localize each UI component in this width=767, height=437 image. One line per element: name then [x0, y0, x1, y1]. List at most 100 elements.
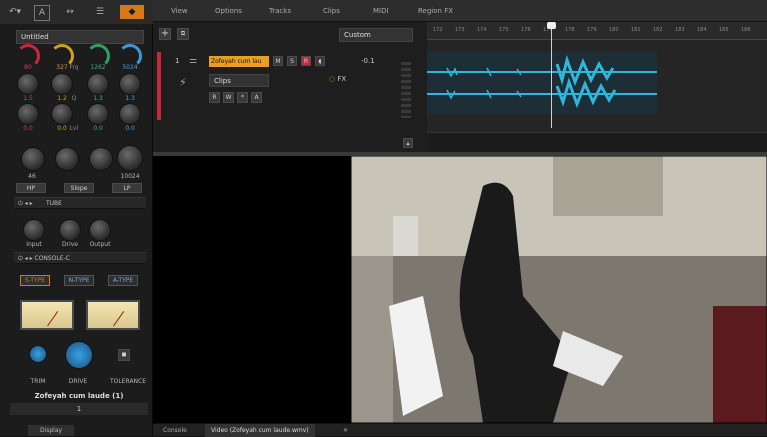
- ruler-186: 186: [741, 27, 751, 33]
- record-button[interactable]: R: [301, 56, 311, 66]
- gain-knob-3[interactable]: [88, 104, 108, 124]
- arrange-view[interactable]: 172 173 174 175 176 177 178 179 180 181 …: [427, 22, 767, 152]
- tube-module-name: TUBE: [45, 200, 62, 207]
- ruler-172: 172: [433, 27, 443, 33]
- duplicate-icon[interactable]: ⧉: [177, 28, 189, 40]
- q-knob-2[interactable]: [52, 74, 72, 94]
- clips-dropdown[interactable]: Clips: [209, 74, 269, 87]
- eq-freq-3: 1262: [90, 64, 106, 71]
- console-drive-knob[interactable]: [66, 342, 92, 368]
- q-knob-1[interactable]: [18, 74, 38, 94]
- slope-knob[interactable]: [56, 148, 78, 170]
- menu-midi[interactable]: MIDI: [373, 4, 389, 18]
- eq-lvl-1: 0.0: [23, 125, 33, 132]
- ruler-174: 174: [477, 27, 487, 33]
- drive-knob[interactable]: [60, 220, 80, 240]
- output-label: Output: [89, 241, 111, 248]
- tolerance-label: TOLERANCE: [110, 378, 147, 385]
- arrange-footer: [427, 132, 767, 152]
- eq-lvl-3: 0.0: [93, 125, 103, 132]
- freeze-button[interactable]: *: [237, 92, 248, 103]
- drive-label: Drive: [62, 241, 78, 248]
- menu-tracks[interactable]: Tracks: [269, 4, 291, 18]
- ruler-184: 184: [697, 27, 707, 33]
- track-name-field[interactable]: Zofeyah cum lau: [209, 56, 269, 67]
- a-type-button[interactable]: A-TYPE: [108, 275, 138, 286]
- host-icon[interactable]: ◆: [120, 5, 144, 19]
- write-automation-button[interactable]: W: [223, 92, 234, 103]
- track-volume[interactable]: -0.1: [361, 57, 375, 65]
- add-track-icon[interactable]: +: [159, 28, 171, 40]
- video-tab[interactable]: Video (Zofeyah cum laude.wmv): [205, 424, 315, 437]
- lp-knob[interactable]: [118, 146, 142, 170]
- waveform: [427, 54, 657, 109]
- menu-bar: View Options Tracks Clips MIDI Region FX: [153, 0, 767, 22]
- ruler-185: 185: [719, 27, 729, 33]
- console-module-header[interactable]: ⏻ ◂ ▸ CONSOLE-C: [14, 252, 146, 264]
- track-view-preset[interactable]: Custom: [339, 28, 413, 42]
- archive-button[interactable]: A: [251, 92, 262, 103]
- menu-view[interactable]: View: [171, 4, 188, 18]
- track-eq-icon[interactable]: ⚌: [189, 56, 197, 66]
- console-drive-label: DRIVE: [68, 378, 88, 385]
- input-knob[interactable]: [24, 220, 44, 240]
- menu-options[interactable]: Options: [215, 4, 242, 18]
- a-icon[interactable]: A: [34, 5, 50, 21]
- eq-freq-1: 80: [24, 64, 32, 71]
- eq-q-label: Q: [71, 95, 77, 102]
- ruler-181: 181: [631, 27, 641, 33]
- hp-knob[interactable]: [22, 148, 44, 170]
- hp-value: 46: [28, 173, 36, 180]
- input-echo-icon[interactable]: ◖: [315, 56, 325, 66]
- close-tab-icon[interactable]: ✕: [337, 424, 354, 437]
- vu-meter-right: [86, 300, 140, 330]
- fx-bin[interactable]: ○ FX: [329, 72, 393, 86]
- q-knob-4[interactable]: [120, 74, 140, 94]
- ruler-183: 183: [675, 27, 685, 33]
- output-knob[interactable]: [90, 220, 110, 240]
- menu-icon[interactable]: ☰: [92, 5, 108, 19]
- midi-icon[interactable]: ↔: [62, 5, 78, 19]
- hp-button[interactable]: HP: [16, 183, 46, 193]
- trim-label: TRIM: [30, 378, 46, 385]
- n-type-button[interactable]: N-TYPE: [64, 275, 94, 286]
- fx-bin-label: FX: [337, 75, 347, 83]
- tolerance-button[interactable]: ◼: [118, 349, 130, 361]
- input-label: Input: [26, 241, 42, 248]
- slope-button[interactable]: Slope: [64, 183, 94, 193]
- ruler-179: 179: [587, 27, 597, 33]
- slope-knob-2[interactable]: [90, 148, 112, 170]
- menu-region-fx[interactable]: Region FX: [418, 4, 453, 18]
- now-time-handle[interactable]: [547, 22, 556, 29]
- multidock-tabs: Console Video (Zofeyah cum laude.wmv) ✕: [153, 423, 767, 437]
- lp-button[interactable]: LP: [112, 183, 142, 193]
- s-type-button[interactable]: S-TYPE: [20, 275, 50, 286]
- eq-lvl-4: 0.0: [125, 125, 135, 132]
- eq-q-4: 1.3: [125, 95, 135, 102]
- strip-track-name: Zofeyah cum laude (1): [34, 392, 124, 400]
- console-tab[interactable]: Console: [157, 424, 193, 437]
- q-knob-3[interactable]: [88, 74, 108, 94]
- audio-clip[interactable]: [427, 52, 657, 114]
- read-automation-button[interactable]: R: [209, 92, 220, 103]
- track-color-bar: [157, 52, 161, 120]
- scroll-down-icon[interactable]: ▴: [403, 138, 413, 148]
- display-tab[interactable]: Display: [28, 425, 74, 436]
- gain-knob-2[interactable]: [52, 104, 72, 124]
- video-view: [153, 152, 767, 423]
- timeline-ruler[interactable]: 172 173 174 175 176 177 178 179 180 181 …: [427, 22, 767, 40]
- solo-button[interactable]: S: [287, 56, 297, 66]
- eq-lvl-label: Lvl: [69, 125, 79, 132]
- preset-field[interactable]: Untitled: [16, 30, 144, 44]
- mute-button[interactable]: M: [273, 56, 283, 66]
- gain-knob-4[interactable]: [120, 104, 140, 124]
- eq-q-1: 1.5: [23, 95, 33, 102]
- gain-knob-1[interactable]: [18, 104, 38, 124]
- undo-icon[interactable]: ↶▾: [4, 5, 26, 19]
- tube-module-header[interactable]: ⏻ ◂ ▸ TUBE: [14, 197, 146, 209]
- eq-freq-label: Frq: [69, 64, 79, 71]
- menu-clips[interactable]: Clips: [323, 4, 340, 18]
- now-time-cursor[interactable]: [551, 22, 552, 128]
- strip-toolbar: ↶▾ A ↔ ☰ ◆: [0, 0, 153, 24]
- trim-knob[interactable]: [30, 346, 46, 362]
